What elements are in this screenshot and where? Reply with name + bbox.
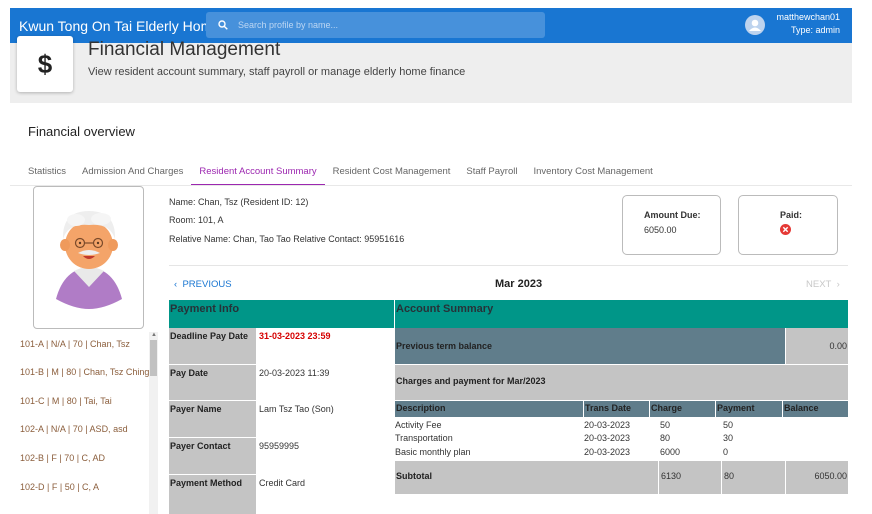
resident-list-item[interactable]: 102-A | N/A | 70 | ASD, asd (20, 424, 128, 434)
divider (169, 265, 848, 266)
unpaid-x-icon (780, 224, 791, 235)
subtotal-label: Subtotal (395, 461, 658, 494)
resident-list-item[interactable]: 101-C | M | 80 | Tai, Tai (20, 396, 112, 406)
dollar-icon: $ (17, 36, 73, 92)
previous-month-button[interactable]: ‹ PREVIOUS (174, 279, 232, 290)
item-charge: 80 (660, 433, 671, 443)
item-date: 20-03-2023 (584, 447, 631, 457)
resident-room: Room: 101, A (169, 215, 224, 225)
chevron-right-icon: › (831, 279, 840, 290)
item-description: Basic monthly plan (395, 447, 471, 457)
tab-inventory-cost-management[interactable]: Inventory Cost Management (525, 162, 660, 186)
item-charge: 6000 (660, 447, 681, 457)
user-info[interactable]: matthewchan01 Type: admin (776, 11, 840, 37)
tab-resident-account-summary[interactable]: Resident Account Summary (191, 162, 325, 186)
resident-list-item[interactable]: 101-A | N/A | 70 | Chan, Tsz (20, 339, 130, 349)
col-trans-date: Trans Date (584, 401, 649, 417)
col-charge: Charge (650, 401, 715, 417)
resident-list-item[interactable]: 101-B | M | 80 | Chan, Tsz Ching (20, 367, 149, 377)
search-input[interactable]: Search profile by name... (238, 20, 338, 30)
subtotal-balance: 6050.00 (786, 461, 848, 494)
resident-list: 101-A | N/A | 70 | Chan, Tsz 101-B | M |… (18, 330, 158, 514)
amount-due-card: Amount Due: 6050.00 (622, 195, 721, 255)
app-title[interactable]: Kwun Tong On Tai Elderly Home (19, 18, 220, 34)
tab-bar: Statistics Admission And Charges Residen… (20, 162, 661, 186)
item-payment: 30 (723, 433, 734, 443)
item-date: 20-03-2023 (584, 420, 631, 430)
deadline-pay-date-label: Deadline Pay Date (169, 328, 256, 364)
username: matthewchan01 (776, 12, 840, 22)
current-month: Mar 2023 (495, 278, 543, 290)
user-avatar-icon[interactable] (745, 15, 765, 35)
payer-name-label: Payer Name (169, 401, 256, 437)
item-charge: 50 (660, 420, 671, 430)
resident-photo (33, 186, 144, 329)
search-icon (218, 20, 228, 30)
item-payment: 50 (723, 420, 734, 430)
section-title: Financial overview (28, 124, 135, 139)
payer-name-value: Lam Tsz Tao (Son) (259, 404, 334, 414)
amount-due-label: Amount Due: (644, 210, 701, 220)
previous-term-balance-label: Previous term balance (395, 328, 785, 364)
payment-method-value: Credit Card (259, 478, 306, 488)
elderly-avatar-icon (56, 211, 122, 309)
pay-date-value: 20-03-2023 11:39 (259, 368, 330, 378)
app-bar: Kwun Tong On Tai Elderly Home Search pro… (10, 8, 852, 43)
scrollbar-thumb[interactable] (150, 340, 157, 376)
deadline-pay-date-value: 31-03-2023 23:59 (259, 331, 331, 341)
payment-info-header: Payment Info (169, 300, 394, 328)
paid-card: Paid: (738, 195, 838, 255)
page-subtitle: View resident account summary, staff pay… (88, 66, 466, 78)
subtotal-charge: 6130 (659, 461, 721, 494)
payer-contact-label: Payer Contact (169, 438, 256, 474)
col-description: Description (395, 401, 583, 417)
col-payment: Payment (716, 401, 782, 417)
pay-date-label: Pay Date (169, 365, 256, 400)
tab-resident-cost-management[interactable]: Resident Cost Management (325, 162, 459, 186)
col-balance: Balance (783, 401, 848, 417)
item-date: 20-03-2023 (584, 433, 631, 443)
tab-staff-payroll[interactable]: Staff Payroll (458, 162, 525, 186)
account-summary-header: Account Summary (395, 300, 848, 328)
resident-relative: Relative Name: Chan, Tao Tao Relative Co… (169, 234, 405, 244)
search-box[interactable]: Search profile by name... (206, 12, 545, 38)
item-description: Transportation (395, 433, 453, 443)
subtotal-payment: 80 (722, 461, 785, 494)
paid-label: Paid: (780, 210, 803, 220)
charges-period-label: Charges and payment for Mar/2023 (395, 365, 848, 400)
resident-list-item[interactable]: 102-D | F | 50 | C, A (20, 482, 99, 492)
item-description: Activity Fee (395, 420, 442, 430)
previous-term-balance-value: 0.00 (786, 328, 848, 364)
payment-method-label: Payment Method (169, 475, 256, 514)
amount-due-value: 6050.00 (644, 225, 677, 235)
user-type: Type: admin (790, 25, 840, 35)
scroll-up-arrow-icon[interactable]: ▲ (151, 332, 157, 338)
item-payment: 0 (723, 447, 729, 457)
resident-name: Name: Chan, Tsz (Resident ID: 12) (169, 197, 309, 207)
next-month-button[interactable]: NEXT › (806, 279, 840, 290)
tab-admission-and-charges[interactable]: Admission And Charges (74, 162, 191, 186)
resident-list-scrollbar[interactable]: ▲ (149, 332, 158, 514)
tab-statistics[interactable]: Statistics (20, 162, 74, 186)
resident-list-item[interactable]: 102-B | F | 70 | C, AD (20, 453, 105, 463)
payer-contact-value: 95959995 (259, 441, 300, 451)
page-title: Financial Management (88, 39, 281, 60)
